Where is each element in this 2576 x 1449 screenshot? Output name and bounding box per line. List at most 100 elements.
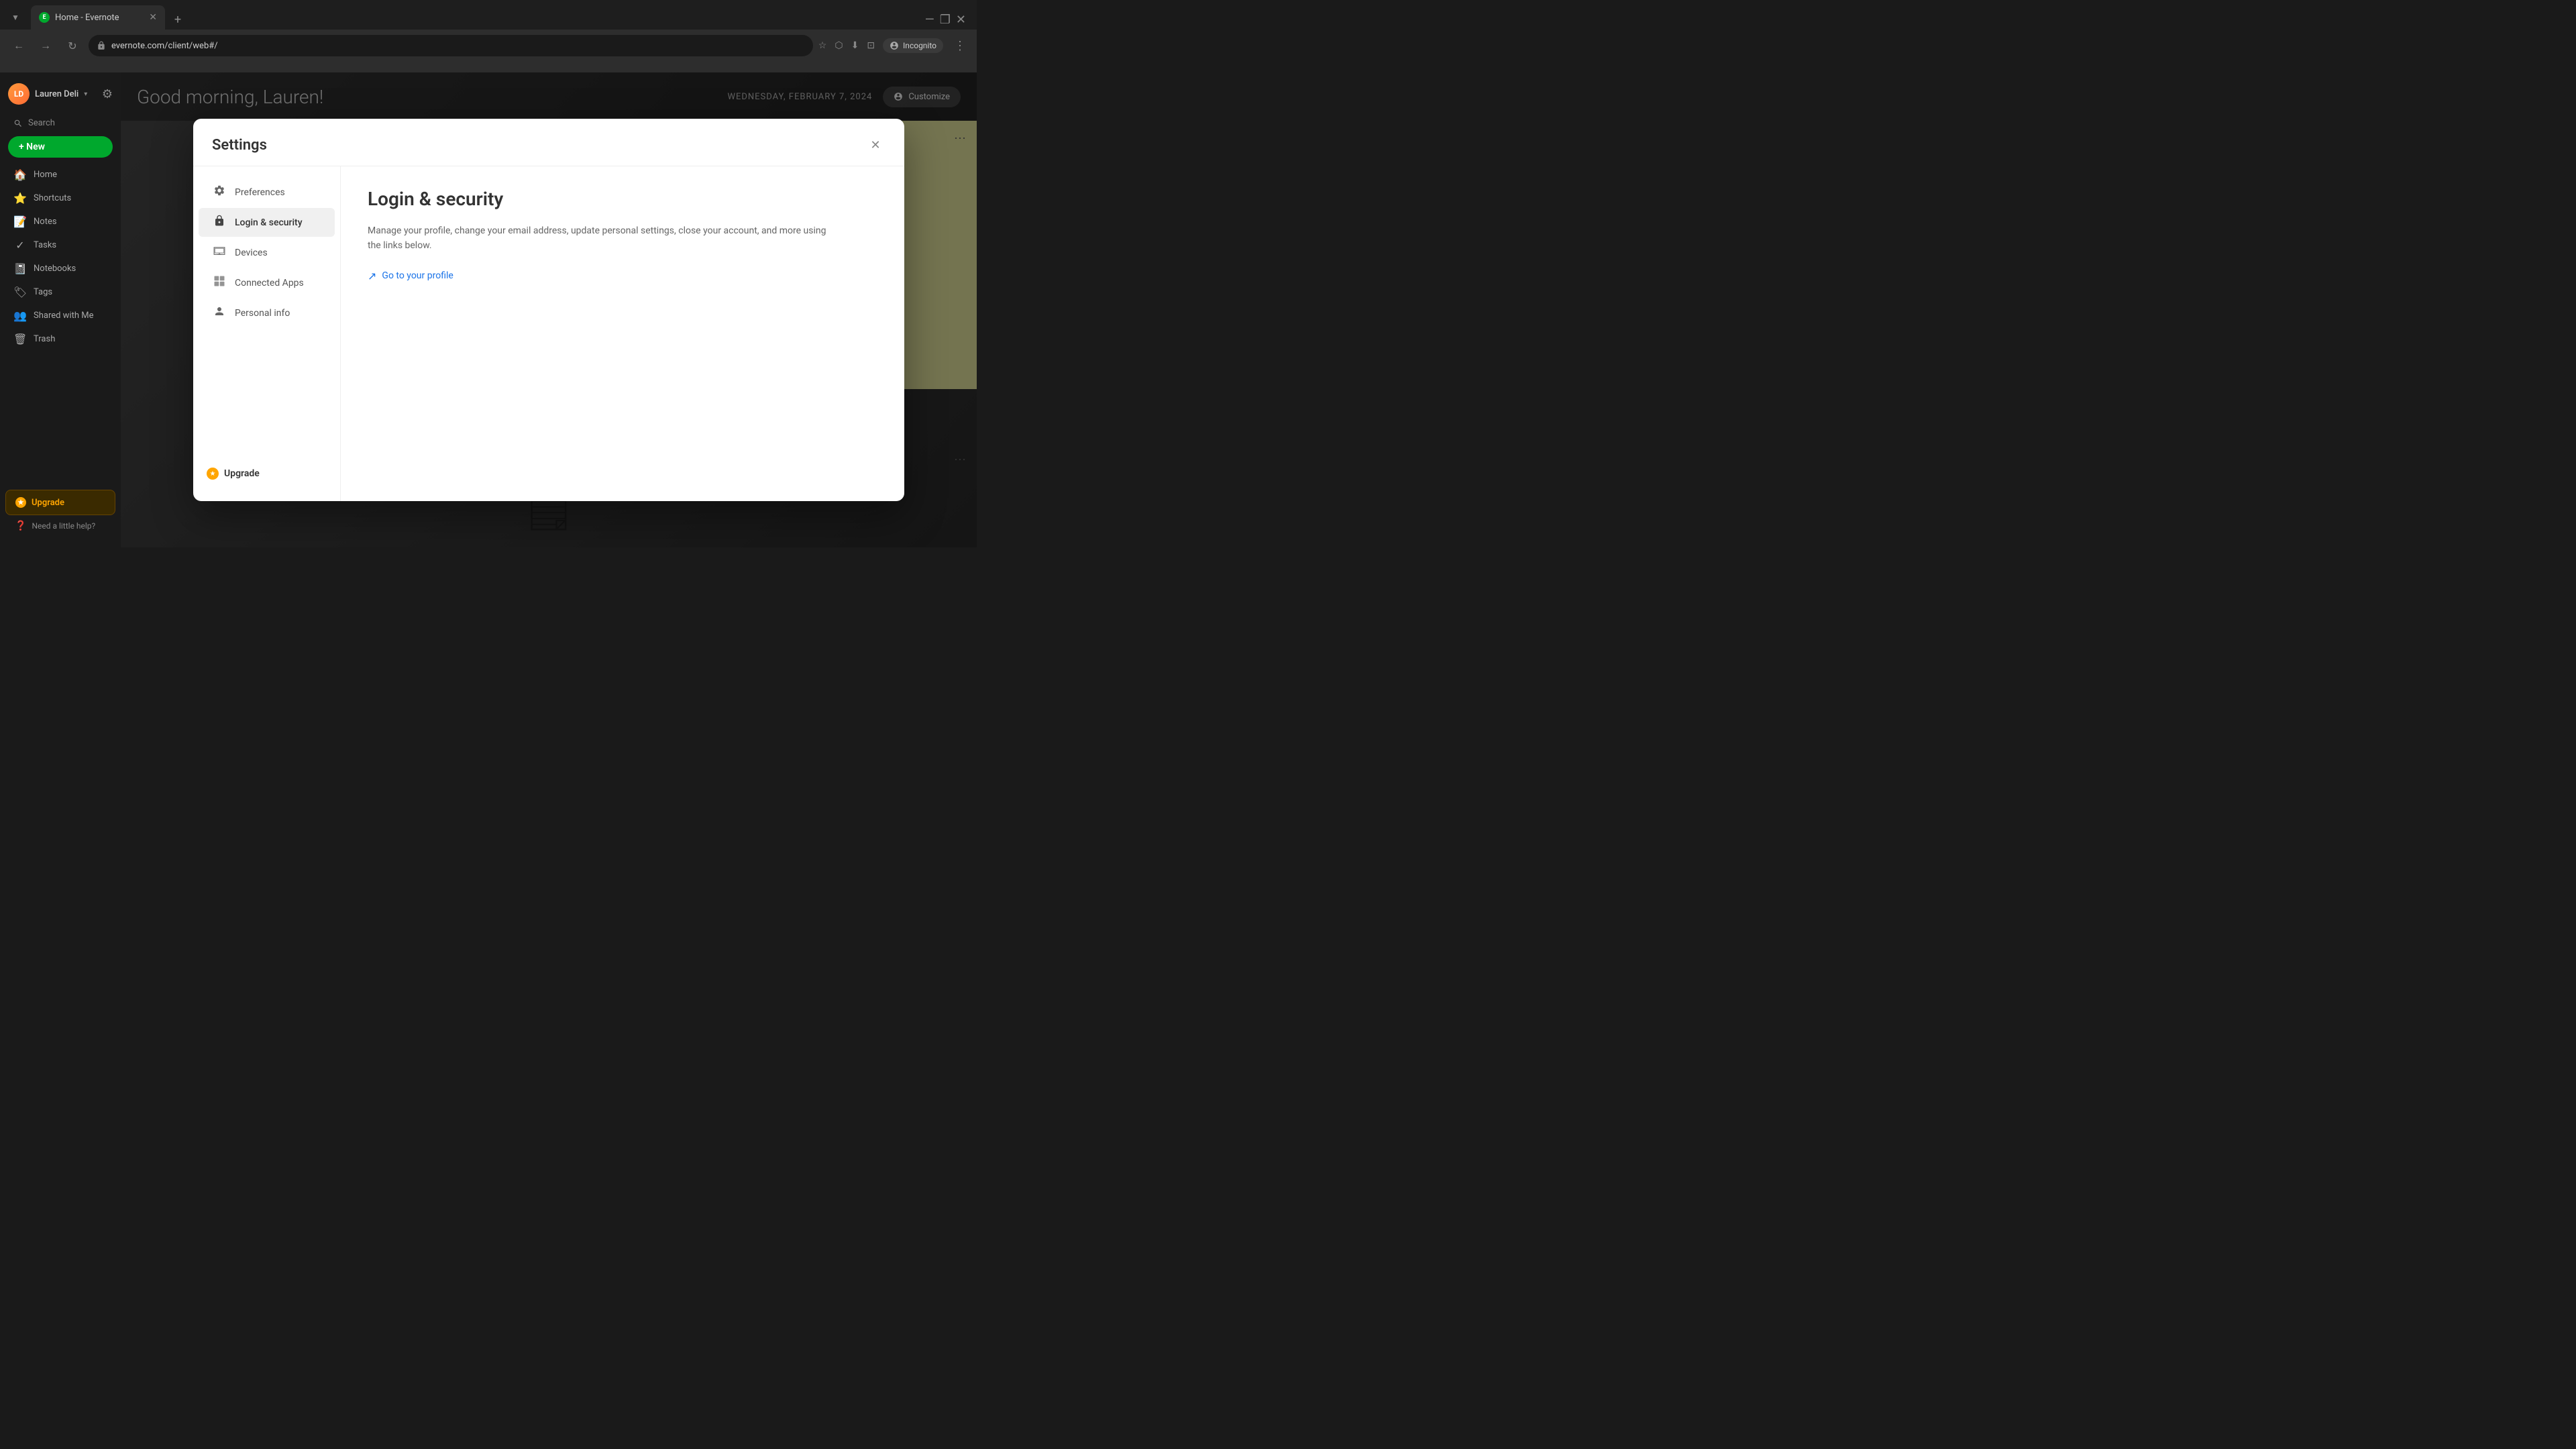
- settings-nav-preferences[interactable]: Preferences: [199, 178, 335, 207]
- settings-nav-devices[interactable]: Devices: [199, 238, 335, 267]
- url-text: evernote.com/client/web#/: [111, 41, 218, 51]
- close-window-button[interactable]: ✕: [956, 13, 966, 27]
- split-view-icon[interactable]: ⊡: [867, 40, 875, 51]
- avatar: LD: [8, 83, 30, 105]
- back-button[interactable]: ←: [8, 35, 30, 56]
- sidebar-header: LD Lauren Deli ▾ ⚙: [0, 78, 121, 110]
- new-tab-button[interactable]: +: [168, 9, 188, 30]
- extensions-icon[interactable]: ⬡: [835, 40, 843, 51]
- tasks-icon: ✓: [13, 239, 27, 252]
- sidebar-item-notes[interactable]: 📝 Notes: [5, 211, 115, 233]
- tab-favicon: E: [39, 12, 50, 23]
- address-bar-row: ← → ↻ evernote.com/client/web#/ ☆ ⬡ ⬇ ⊡ …: [0, 30, 977, 62]
- personal-info-label: Personal info: [235, 308, 290, 319]
- sidebar-bottom: ★ Upgrade ❓ Need a little help?: [0, 484, 121, 542]
- connected-apps-icon: [212, 275, 227, 290]
- tags-icon: 🏷: [13, 286, 27, 299]
- shared-icon: 👥: [13, 309, 27, 322]
- settings-nav-personal-info[interactable]: Personal info: [199, 299, 335, 327]
- new-button-label: + New: [19, 142, 45, 152]
- browser-toolbar-icons: ☆ ⬡ ⬇ ⊡ Incognito ⋮: [818, 36, 969, 56]
- modal-overlay[interactable]: Settings ✕ Preferences: [121, 72, 977, 547]
- tab-title: Home - Evernote: [55, 13, 119, 23]
- address-bar[interactable]: evernote.com/client/web#/: [89, 35, 813, 56]
- settings-nav-connected-apps[interactable]: Connected Apps: [199, 268, 335, 297]
- main-content: Good morning, Lauren! WEDNESDAY, FEBRUAR…: [121, 72, 977, 547]
- maximize-button[interactable]: ❐: [940, 13, 951, 27]
- help-button[interactable]: ❓ Need a little help?: [5, 515, 115, 537]
- new-note-button[interactable]: + New: [8, 136, 113, 158]
- sidebar-tags-label: Tags: [34, 287, 52, 297]
- personal-info-icon: [212, 305, 227, 321]
- sidebar-item-shortcuts[interactable]: ⭐ Shortcuts: [5, 187, 115, 209]
- download-icon[interactable]: ⬇: [851, 40, 859, 51]
- settings-modal-header: Settings ✕: [193, 119, 904, 166]
- upgrade-button[interactable]: ★ Upgrade: [5, 490, 115, 515]
- incognito-button[interactable]: Incognito: [883, 38, 943, 53]
- preferences-icon: [212, 184, 227, 200]
- trash-icon: 🗑: [13, 333, 27, 345]
- settings-content-title: Login & security: [368, 188, 877, 210]
- upgrade-dot-settings-icon: ★: [207, 468, 219, 480]
- preferences-label: Preferences: [235, 187, 285, 198]
- settings-upgrade-button[interactable]: ★ Upgrade: [193, 457, 340, 490]
- settings-modal-title: Settings: [212, 137, 267, 154]
- sidebar-shortcuts-label: Shortcuts: [34, 193, 71, 203]
- login-security-icon: [212, 215, 227, 230]
- sidebar-home-label: Home: [34, 170, 57, 180]
- upgrade-label: Upgrade: [32, 498, 64, 508]
- settings-upgrade-label: Upgrade: [224, 468, 260, 479]
- sidebar-item-tasks[interactable]: ✓ Tasks: [5, 234, 115, 256]
- go-to-profile-link[interactable]: ↗ Go to your profile: [368, 270, 877, 282]
- user-name: Lauren Deli: [35, 89, 78, 99]
- home-icon: 🏠: [13, 168, 27, 181]
- browser-menu-icon[interactable]: ⋮: [951, 36, 969, 56]
- devices-icon: [212, 245, 227, 260]
- search-button[interactable]: Search: [5, 114, 115, 132]
- tab-bar: ▼ E Home - Evernote ✕ + — ❐ ✕: [0, 0, 977, 30]
- sidebar-notes-label: Notes: [34, 217, 57, 227]
- sidebar: LD Lauren Deli ▾ ⚙ Search + New 🏠 Home ⭐…: [0, 72, 121, 547]
- settings-modal: Settings ✕ Preferences: [193, 119, 904, 501]
- tab-close-button[interactable]: ✕: [149, 12, 157, 23]
- tab-back-button[interactable]: ▼: [5, 5, 25, 30]
- help-label: Need a little help?: [32, 521, 95, 531]
- bookmark-icon[interactable]: ☆: [818, 40, 827, 51]
- sidebar-item-trash[interactable]: 🗑 Trash: [5, 328, 115, 350]
- sidebar-trash-label: Trash: [34, 334, 55, 344]
- sidebar-shared-label: Shared with Me: [34, 311, 94, 321]
- incognito-label: Incognito: [903, 41, 936, 50]
- chevron-down-icon: ▾: [84, 91, 87, 98]
- notes-icon: 📝: [13, 215, 27, 228]
- browser-chrome: ▼ E Home - Evernote ✕ + — ❐ ✕ ← → ↻ ever…: [0, 0, 977, 72]
- settings-sidebar-nav: Preferences Login & security: [193, 166, 341, 501]
- sidebar-item-tags[interactable]: 🏷 Tags: [5, 281, 115, 303]
- settings-gear-icon[interactable]: ⚙: [102, 87, 113, 101]
- sidebar-item-notebooks[interactable]: 📓 Notebooks: [5, 258, 115, 280]
- forward-button[interactable]: →: [35, 35, 56, 56]
- settings-content-area: Login & security Manage your profile, ch…: [341, 166, 904, 501]
- window-controls: — ❐ ✕: [925, 13, 971, 30]
- shortcuts-icon: ⭐: [13, 192, 27, 205]
- settings-close-button[interactable]: ✕: [865, 135, 885, 155]
- settings-modal-body: Preferences Login & security: [193, 166, 904, 501]
- minimize-button[interactable]: —: [925, 13, 934, 27]
- sidebar-item-home[interactable]: 🏠 Home: [5, 164, 115, 186]
- notebooks-icon: 📓: [13, 262, 27, 275]
- upgrade-dot-icon: ★: [15, 497, 26, 508]
- settings-content-description: Manage your profile, change your email a…: [368, 223, 837, 254]
- sidebar-item-shared[interactable]: 👥 Shared with Me: [5, 305, 115, 327]
- settings-nav-login-security[interactable]: Login & security: [199, 208, 335, 237]
- lock-icon: [97, 41, 106, 50]
- devices-label: Devices: [235, 248, 268, 258]
- user-menu[interactable]: LD Lauren Deli ▾: [8, 83, 87, 105]
- browser-tab-active[interactable]: E Home - Evernote ✕: [31, 5, 165, 30]
- login-security-label: Login & security: [235, 217, 303, 228]
- incognito-icon: [890, 41, 899, 50]
- reload-button[interactable]: ↻: [62, 35, 83, 56]
- search-label: Search: [28, 118, 55, 128]
- sidebar-notebooks-label: Notebooks: [34, 264, 76, 274]
- external-link-icon: ↗: [368, 270, 376, 282]
- help-icon: ❓: [15, 521, 26, 531]
- connected-apps-label: Connected Apps: [235, 278, 304, 288]
